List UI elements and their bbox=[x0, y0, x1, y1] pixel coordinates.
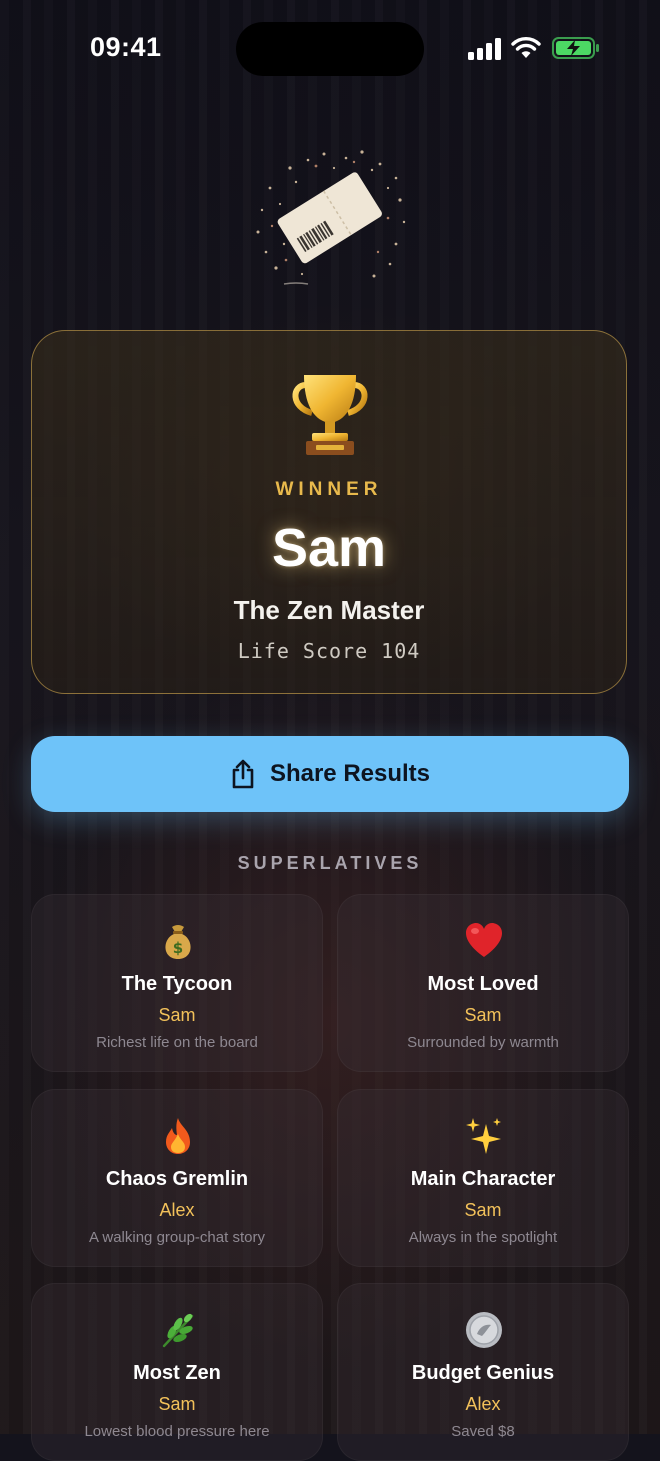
superlative-title: The Tycoon bbox=[121, 973, 233, 995]
superlative-player: Sam bbox=[158, 1005, 196, 1025]
share-icon bbox=[232, 759, 254, 789]
winner-card: WINNER Sam The Zen Master Life Score 104 bbox=[31, 330, 627, 694]
dynamic-island bbox=[236, 22, 424, 76]
status-bar: 09:41 bbox=[0, 0, 660, 96]
superlative-card-budget-genius[interactable]: Budget Genius Alex Saved $8 bbox=[337, 1283, 629, 1461]
battery-charging-icon bbox=[552, 37, 599, 59]
coin-icon bbox=[466, 1312, 502, 1348]
superlative-player: Alex bbox=[465, 1394, 501, 1414]
superlative-desc: Surrounded by warmth bbox=[407, 1034, 559, 1051]
superlatives-heading: SUPERLATIVES bbox=[237, 853, 423, 873]
superlative-card-tycoon[interactable]: $ The Tycoon Sam Richest life on the boa… bbox=[31, 894, 323, 1072]
cellular-signal-icon bbox=[468, 38, 501, 60]
superlative-card-main-character[interactable]: Main Character Sam Always in the spotlig… bbox=[337, 1089, 629, 1267]
superlative-player: Sam bbox=[464, 1200, 502, 1220]
share-results-button[interactable]: Share Results bbox=[31, 736, 629, 812]
wifi-icon bbox=[511, 37, 541, 58]
superlative-title: Most Zen bbox=[133, 1362, 221, 1384]
life-score: Life Score 104 bbox=[237, 639, 421, 663]
winner-name: Sam bbox=[271, 518, 387, 578]
superlative-card-most-loved[interactable]: Most Loved Sam Surrounded by warmth bbox=[337, 894, 629, 1072]
share-results-label: Share Results bbox=[269, 760, 431, 787]
superlative-title: Most Loved bbox=[427, 973, 539, 995]
ticket-confetti-illustration bbox=[256, 150, 406, 285]
superlative-player: Sam bbox=[464, 1005, 502, 1025]
status-time: 09:41 bbox=[90, 32, 162, 62]
sparkles-icon bbox=[466, 1118, 501, 1154]
heart-icon bbox=[466, 923, 502, 957]
superlative-desc: Saved $8 bbox=[451, 1423, 515, 1440]
svg-text:$: $ bbox=[173, 939, 183, 957]
superlative-title: Budget Genius bbox=[411, 1362, 555, 1384]
superlative-desc: Lowest blood pressure here bbox=[84, 1423, 270, 1440]
superlative-card-most-zen[interactable]: Most Zen Sam Lowest blood pressure here bbox=[31, 1283, 323, 1461]
superlative-player: Alex bbox=[159, 1200, 195, 1220]
superlative-player: Sam bbox=[158, 1394, 196, 1414]
superlative-card-chaos-gremlin[interactable]: Chaos Gremlin Alex A walking group-chat … bbox=[31, 1089, 323, 1267]
money-bag-icon: $ bbox=[165, 925, 191, 959]
trophy-icon bbox=[292, 375, 368, 455]
superlative-title: Chaos Gremlin bbox=[105, 1168, 249, 1190]
superlative-desc: Richest life on the board bbox=[96, 1034, 258, 1051]
superlative-desc: Always in the spotlight bbox=[408, 1229, 558, 1246]
winner-title: The Zen Master bbox=[233, 595, 425, 625]
superlative-title: Main Character bbox=[410, 1168, 556, 1190]
superlative-desc: A walking group-chat story bbox=[89, 1229, 265, 1246]
fire-icon bbox=[166, 1118, 190, 1154]
winner-label: WINNER bbox=[275, 479, 383, 500]
herb-icon bbox=[162, 1313, 194, 1348]
